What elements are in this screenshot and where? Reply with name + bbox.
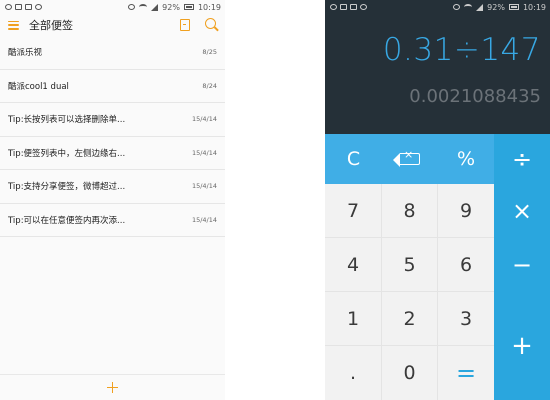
backspace-icon (393, 149, 420, 167)
page-title: 全部便签 (29, 19, 73, 32)
digit-5-button[interactable]: 5 (382, 238, 438, 292)
calculator-app: 92% 10:19 0.31÷147 0.0021088435 C % ÷ × … (325, 0, 550, 400)
clear-button[interactable]: C (325, 134, 382, 184)
note-title: Tip:便签列表中，左侧边缘右... (8, 148, 126, 159)
battery-icon (508, 4, 519, 10)
digit-2-button[interactable]: 2 (382, 292, 438, 346)
wifi-icon (464, 4, 473, 10)
clock: 10:19 (522, 2, 546, 12)
notebook-icon[interactable] (180, 19, 190, 31)
image-icon (340, 4, 347, 10)
note-title: 酷派乐视 (8, 48, 43, 59)
expression-display: 0.31÷147 (382, 32, 541, 68)
note-title: 酷派cool1 dual (8, 81, 69, 92)
note-date: 8/25 (202, 48, 217, 57)
status-icons-left (5, 4, 42, 10)
battery-percent: 92% (487, 2, 505, 12)
divide-button[interactable]: ÷ (494, 134, 550, 184)
note-date: 8/24 (202, 81, 217, 90)
wifi-icon (139, 4, 148, 10)
plus-icon[interactable] (107, 382, 118, 393)
signal-icon (151, 3, 159, 11)
keypad: C % ÷ × − + 7 8 9 4 5 6 1 2 3 . 0 = (325, 134, 550, 400)
list-item[interactable]: 酷派乐视 8/25 (0, 36, 225, 70)
battery-icon (183, 4, 194, 10)
status-icons-left (330, 4, 367, 10)
list-item[interactable]: 酷派cool1 dual 8/24 (0, 70, 225, 103)
list-item[interactable]: Tip:便签列表中，左侧边缘右... 15/4/14 (0, 137, 225, 170)
digit-0-button[interactable]: 0 (382, 346, 438, 400)
multiply-button[interactable]: × (494, 184, 550, 238)
notes-header: 全部便签 (0, 14, 225, 36)
calculator-display: 0.31÷147 0.0021088435 (325, 14, 550, 134)
mail-icon (350, 4, 357, 10)
alarm-icon (128, 4, 136, 10)
note-date: 15/4/14 (191, 148, 217, 157)
digit-6-button[interactable]: 6 (438, 238, 494, 292)
digit-4-button[interactable]: 4 (325, 238, 382, 292)
list-item[interactable]: Tip:可以在任意便签内再次添... 15/4/14 (0, 204, 225, 237)
note-title: Tip:支持分享便签，微博超过... (8, 182, 126, 193)
note-date: 15/4/14 (191, 215, 217, 224)
mail-icon (25, 4, 32, 10)
digit-1-button[interactable]: 1 (325, 292, 382, 346)
battery-percent: 92% (162, 2, 180, 12)
digit-8-button[interactable]: 8 (382, 184, 438, 238)
note-list: 酷派乐视 8/25 酷派cool1 dual 8/24 Tip:长按列表可以选择… (0, 36, 225, 237)
bottom-bar (0, 374, 225, 400)
menu-icon[interactable] (8, 20, 19, 30)
smiley-icon (360, 4, 367, 10)
backspace-button[interactable] (382, 134, 438, 184)
note-date: 15/4/14 (191, 182, 217, 191)
plus-button[interactable]: + (494, 292, 550, 400)
result-display: 0.0021088435 (409, 86, 541, 107)
equals-button[interactable]: = (438, 346, 494, 400)
digit-9-button[interactable]: 9 (438, 184, 494, 238)
image-icon (15, 4, 22, 10)
smiley-icon (35, 4, 42, 10)
notes-app: 92% 10:19 全部便签 酷派乐视 8/25 酷派cool1 dual 8/… (0, 0, 225, 400)
digit-3-button[interactable]: 3 (438, 292, 494, 346)
clock: 10:19 (197, 2, 221, 12)
list-item[interactable]: Tip:支持分享便签，微博超过... 15/4/14 (0, 170, 225, 204)
percent-button[interactable]: % (438, 134, 494, 184)
alarm-icon (453, 4, 461, 10)
decimal-button[interactable]: . (325, 346, 382, 400)
notification-icon (330, 4, 337, 10)
note-title: Tip:可以在任意便签内再次添... (8, 215, 126, 226)
note-title: Tip:长按列表可以选择删除单... (8, 115, 126, 126)
status-bar: 92% 10:19 (325, 0, 550, 14)
signal-icon (476, 3, 484, 11)
status-icons-right: 92% 10:19 (453, 3, 546, 12)
notification-icon (5, 4, 12, 10)
search-icon[interactable] (205, 18, 219, 32)
minus-button[interactable]: − (494, 238, 550, 292)
digit-7-button[interactable]: 7 (325, 184, 382, 238)
note-date: 15/4/14 (191, 115, 217, 124)
status-icons-right: 92% 10:19 (128, 3, 221, 12)
list-item[interactable]: Tip:长按列表可以选择删除单... 15/4/14 (0, 103, 225, 137)
status-bar: 92% 10:19 (0, 0, 225, 14)
